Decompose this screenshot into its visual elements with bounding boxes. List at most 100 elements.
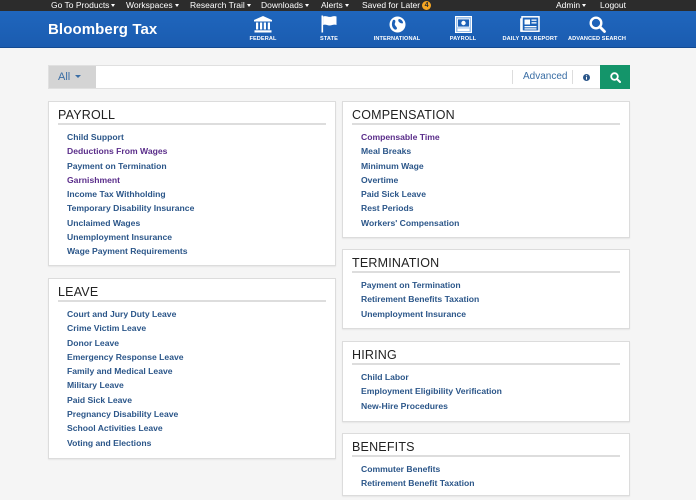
panel-compensation: COMPENSATION Compensable Time Meal Breaks…: [342, 101, 630, 238]
topic-link[interactable]: Compensable Time: [361, 130, 629, 144]
topic-link[interactable]: Paid Sick Leave: [67, 393, 335, 407]
courthouse-icon: [248, 13, 278, 35]
topic-list: Child Labor Employment Eligibility Verifi…: [361, 370, 629, 413]
topic-link[interactable]: Meal Breaks: [361, 144, 629, 158]
newspaper-icon: [501, 13, 559, 35]
topic-link[interactable]: Family and Medical Leave: [67, 364, 335, 378]
topic-link[interactable]: Commuter Benefits: [361, 462, 629, 476]
panel-title: COMPENSATION: [352, 108, 620, 125]
menu-label: Downloads: [261, 0, 304, 10]
caret-down-icon: [111, 3, 116, 7]
caret-down-icon: [344, 3, 349, 7]
topic-link[interactable]: Retirement Benefits Taxation: [361, 292, 629, 306]
topic-link[interactable]: New-Hire Procedures: [361, 399, 629, 413]
topic-link[interactable]: Payment on Termination: [361, 278, 629, 292]
topic-link[interactable]: Income Tax Withholding: [67, 187, 335, 201]
nav-advanced-search[interactable]: ADVANCED SEARCH: [567, 13, 627, 42]
search-scope-dropdown[interactable]: All: [49, 66, 96, 88]
search-icon: [567, 13, 627, 35]
topic-link[interactable]: Child Labor: [361, 370, 629, 384]
topic-list: Compensable Time Meal Breaks Minimum Wage O…: [361, 130, 629, 230]
search-input[interactable]: [96, 66, 511, 88]
nav-label: ADVANCED SEARCH: [568, 36, 626, 42]
nav-international[interactable]: INTERNATIONAL: [371, 13, 423, 42]
panel-title: HIRING: [352, 348, 620, 365]
topic-list: Child Support Deductions From Wages Paymen…: [67, 130, 335, 259]
saved-for-later-link[interactable]: Saved for Later 4: [362, 0, 432, 11]
menu-label: Admin: [556, 0, 581, 10]
nav-payroll[interactable]: PAYROLL: [448, 13, 478, 42]
topic-link[interactable]: Overtime: [361, 173, 629, 187]
money-icon: [448, 13, 478, 35]
caret-down-icon: [246, 3, 251, 7]
panel-title: PAYROLL: [58, 108, 326, 125]
panel-benefits: BENEFITS Commuter Benefits Retirement Ben…: [342, 433, 630, 496]
nav-label: DAILY TAX REPORT: [502, 36, 558, 42]
topic-link[interactable]: School Activities Leave: [67, 421, 335, 435]
topic-link[interactable]: Unemployment Insurance: [361, 307, 629, 321]
caret-down-icon: [305, 3, 310, 7]
main-header: Bloomberg Tax FEDERAL STATE INTERNATIONA…: [0, 11, 696, 48]
advanced-search-link[interactable]: Advanced: [512, 70, 567, 84]
research-trail-menu[interactable]: Research Trail: [190, 0, 251, 11]
nav-label: FEDERAL: [249, 36, 277, 42]
topic-list: Commuter Benefits Retirement Benefit Taxa…: [361, 462, 629, 491]
topic-link[interactable]: Rest Periods: [361, 201, 629, 215]
saved-count-badge: 4: [422, 0, 432, 10]
panel-title: LEAVE: [58, 285, 326, 302]
brand-logo[interactable]: Bloomberg Tax: [48, 21, 157, 38]
search-submit-button[interactable]: [600, 65, 630, 89]
caret-down-icon: [582, 3, 587, 7]
panel-termination: TERMINATION Payment on Termination Retire…: [342, 249, 630, 329]
topic-link[interactable]: Court and Jury Duty Leave: [67, 307, 335, 321]
topic-link[interactable]: Emergency Response Leave: [67, 350, 335, 364]
topic-list: Court and Jury Duty Leave Crime Victim Le…: [67, 307, 335, 450]
topic-list: Payment on Termination Retirement Benefit…: [361, 278, 629, 321]
downloads-menu[interactable]: Downloads: [261, 0, 310, 11]
panel-payroll: PAYROLL Child Support Deductions From Wag…: [48, 101, 336, 266]
topic-link[interactable]: Military Leave: [67, 378, 335, 392]
admin-menu[interactable]: Admin: [556, 0, 587, 11]
logout-link[interactable]: Logout: [600, 0, 626, 11]
nav-state[interactable]: STATE: [316, 13, 342, 42]
panel-hiring: HIRING Child Labor Employment Eligibility…: [342, 341, 630, 422]
topic-link[interactable]: Paid Sick Leave: [361, 187, 629, 201]
topic-link[interactable]: Retirement Benefit Taxation: [361, 476, 629, 490]
caret-down-icon: [75, 75, 82, 79]
search-bar: All Advanced: [48, 65, 630, 89]
topic-link[interactable]: Voting and Elections: [67, 436, 335, 450]
topic-link[interactable]: Workers' Compensation: [361, 216, 629, 230]
panel-title: BENEFITS: [352, 440, 620, 457]
topic-link[interactable]: Wage Payment Requirements: [67, 244, 335, 258]
topic-link[interactable]: Minimum Wage: [361, 159, 629, 173]
nav-label: PAYROLL: [449, 36, 477, 42]
topic-link[interactable]: Temporary Disability Insurance: [67, 201, 335, 215]
info-icon: [583, 73, 590, 81]
flag-icon: [316, 13, 342, 35]
globe-icon: [371, 13, 423, 35]
nav-label: INTERNATIONAL: [373, 36, 421, 42]
panel-title: TERMINATION: [352, 256, 620, 273]
topic-link[interactable]: Child Support: [67, 130, 335, 144]
menu-label: Go To Products: [51, 0, 110, 10]
info-button[interactable]: [572, 70, 600, 84]
nav-label: STATE: [319, 36, 338, 42]
topic-link[interactable]: Unclaimed Wages: [67, 216, 335, 230]
topic-link[interactable]: Crime Victim Leave: [67, 321, 335, 335]
top-utility-bar: Go To Products Workspaces Research Trail…: [0, 0, 696, 11]
go-to-products-menu[interactable]: Go To Products: [51, 0, 116, 11]
nav-daily-tax-report[interactable]: DAILY TAX REPORT: [501, 13, 559, 42]
workspaces-menu[interactable]: Workspaces: [126, 0, 179, 11]
panel-leave: LEAVE Court and Jury Duty Leave Crime Vic…: [48, 278, 336, 459]
alerts-menu[interactable]: Alerts: [321, 0, 349, 11]
topic-link[interactable]: Donor Leave: [67, 336, 335, 350]
nav-federal[interactable]: FEDERAL: [248, 13, 278, 42]
topic-link[interactable]: Pregnancy Disability Leave: [67, 407, 335, 421]
scope-label: All: [58, 71, 71, 83]
topic-link[interactable]: Employment Eligibility Verification: [361, 384, 629, 398]
search-icon: [609, 71, 621, 83]
topic-link[interactable]: Unemployment Insurance: [67, 230, 335, 244]
topic-link[interactable]: Deductions From Wages: [67, 144, 335, 158]
topic-link[interactable]: Payment on Termination: [67, 159, 335, 173]
topic-link[interactable]: Garnishment: [67, 173, 335, 187]
